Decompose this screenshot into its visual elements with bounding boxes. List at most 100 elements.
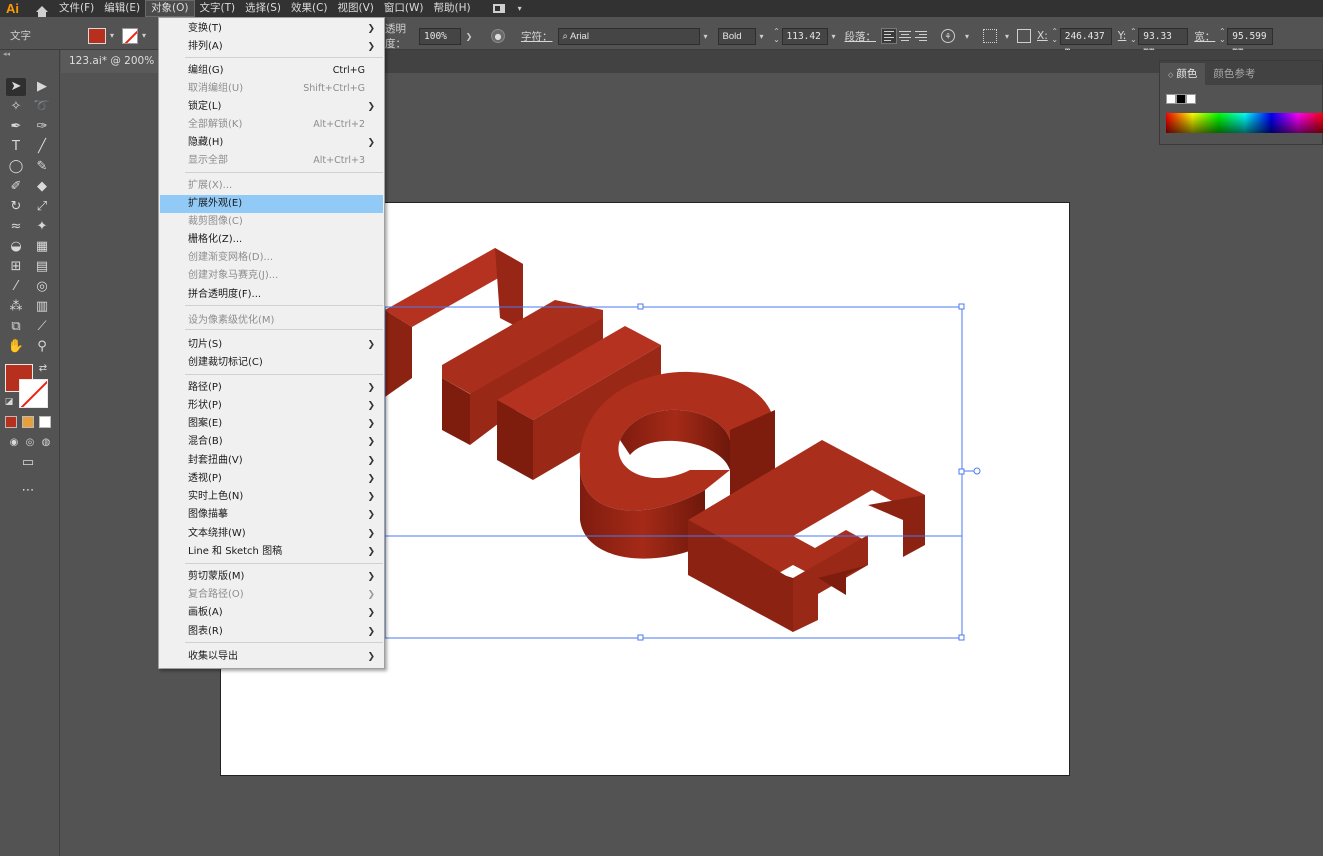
object-menu-item[interactable]: 编组(G) Ctrl+G: [160, 62, 383, 80]
none-swatch[interactable]: [1166, 94, 1176, 104]
color-panel: 颜色 颜色参考: [1159, 60, 1323, 145]
object-menu-item[interactable]: 透视(P) ❯: [160, 470, 383, 488]
object-menu-item[interactable]: 栅格化(Z)...: [160, 231, 383, 249]
menu-item-label: 锁定(L): [188, 101, 222, 112]
submenu-arrow-icon: ❯: [367, 419, 375, 429]
quick-swatches: [1166, 94, 1196, 104]
object-menu-item[interactable]: 隐藏(H) ❯: [160, 134, 383, 152]
submenu-arrow-icon: ❯: [367, 572, 375, 582]
object-menu-item[interactable]: 混合(B) ❯: [160, 433, 383, 451]
menu-separator: [185, 563, 383, 564]
menu-item-label: 创建渐变网格(D)...: [188, 252, 274, 263]
submenu-arrow-icon: ❯: [367, 42, 375, 52]
submenu-arrow-icon: ❯: [367, 590, 375, 600]
object-menu-item[interactable]: Line 和 Sketch 图稿 ❯: [160, 543, 383, 561]
object-menu-item[interactable]: 锁定(L) ❯: [160, 98, 383, 116]
object-menu-item[interactable]: 剪切蒙版(M) ❯: [160, 568, 383, 586]
object-menu-item[interactable]: 收集以导出 ❯: [160, 648, 383, 666]
tab-color[interactable]: 颜色: [1160, 63, 1206, 85]
object-menu-item[interactable]: 图案(E) ❯: [160, 415, 383, 433]
object-menu-item[interactable]: 拼合透明度(F)...: [160, 286, 383, 304]
submenu-arrow-icon: ❯: [367, 456, 375, 466]
object-menu-dropdown: 变换(T) ❯ 排列(A) ❯ 编组(G) Ctrl+G 取消编组(U) Shift+Ctrl…: [158, 17, 385, 669]
object-menu-item[interactable]: 路径(P) ❯: [160, 379, 383, 397]
submenu-arrow-icon: ❯: [367, 138, 375, 148]
color-panel-tabs: 颜色 颜色参考: [1160, 61, 1322, 85]
object-menu-item: 全部解锁(K) Alt+Ctrl+2: [160, 116, 383, 134]
menu-item-label: 拼合透明度(F)...: [188, 289, 262, 300]
object-menu-item[interactable]: 封套扭曲(V) ❯: [160, 452, 383, 470]
menu-item-label: 变换(T): [188, 23, 222, 34]
submenu-arrow-icon: ❯: [367, 340, 375, 350]
object-menu-item: 裁剪图像(C): [160, 213, 383, 231]
menu-item-label: 全部解锁(K): [188, 119, 243, 130]
submenu-arrow-icon: ❯: [367, 529, 375, 539]
menu-item-label: 显示全部: [188, 155, 228, 166]
white-swatch[interactable]: [1186, 94, 1196, 104]
menu-item-label: 图像描摹: [188, 509, 228, 520]
menu-item-label: 复合路径(O): [188, 589, 244, 600]
menu-item-label: 实时上色(N): [188, 491, 244, 502]
menu-item-label: 栅格化(Z)...: [188, 234, 243, 245]
menu-item-label: 路径(P): [188, 382, 222, 393]
object-menu-item[interactable]: 排列(A) ❯: [160, 38, 383, 56]
menu-item-label: 画板(A): [188, 607, 223, 618]
black-swatch[interactable]: [1176, 94, 1186, 104]
submenu-arrow-icon: ❯: [367, 474, 375, 484]
object-menu-item[interactable]: 实时上色(N) ❯: [160, 488, 383, 506]
object-menu-item[interactable]: 变换(T) ❯: [160, 20, 383, 38]
submenu-arrow-icon: ❯: [367, 627, 375, 637]
tab-color-guide[interactable]: 颜色参考: [1205, 63, 1263, 85]
menu-item-label: 创建对象马赛克(J)...: [188, 270, 279, 281]
menu-separator: [185, 57, 383, 58]
menu-item-label: Line 和 Sketch 图稿: [188, 546, 283, 557]
menu-item-label: 收集以导出: [188, 651, 238, 662]
menu-item-shortcut: Ctrl+G: [332, 65, 365, 76]
menu-item-label: 剪切蒙版(M): [188, 571, 245, 582]
menu-item-label: 编组(G): [188, 65, 224, 76]
submenu-arrow-icon: ❯: [367, 102, 375, 112]
submenu-arrow-icon: ❯: [367, 401, 375, 411]
menu-item-label: 隐藏(H): [188, 137, 224, 148]
object-menu-item: 设为像素级优化(M): [160, 312, 383, 330]
object-menu-item[interactable]: 画板(A) ❯: [160, 604, 383, 622]
object-menu-item[interactable]: 图像描摹 ❯: [160, 506, 383, 524]
menu-item-label: 设为像素级优化(M): [188, 315, 275, 326]
submenu-arrow-icon: ❯: [367, 383, 375, 393]
nice-3d-text[interactable]: [385, 248, 925, 632]
object-menu-item: 创建对象马赛克(J)...: [160, 267, 383, 285]
menu-item-label: 排列(A): [188, 41, 223, 52]
menu-item-label: 扩展(X)...: [188, 180, 233, 191]
submenu-arrow-icon: ❯: [367, 510, 375, 520]
menu-item-label: 透视(P): [188, 473, 222, 484]
illustrator-window: Ai 文件(F) 编辑(E) 对象(O) 文字(T) 选择(S) 效果(C) 视图(V) 窗口…: [0, 0, 1323, 856]
menu-item-label: 取消编组(U): [188, 83, 244, 94]
menu-item-label: 形状(P): [188, 400, 222, 411]
object-menu-item[interactable]: 扩展外观(E): [160, 195, 383, 213]
menu-separator: [185, 329, 383, 330]
menu-item-label: 图案(E): [188, 418, 223, 429]
menu-separator: [185, 642, 383, 643]
menu-item-label: 文本绕排(W): [188, 528, 246, 539]
submenu-arrow-icon: ❯: [367, 652, 375, 662]
submenu-arrow-icon: ❯: [367, 492, 375, 502]
menu-separator: [185, 374, 383, 375]
menu-item-label: 封套扭曲(V): [188, 455, 243, 466]
object-menu-item[interactable]: 文本绕排(W) ❯: [160, 525, 383, 543]
submenu-arrow-icon: ❯: [367, 24, 375, 34]
menu-item-label: 切片(S): [188, 339, 223, 350]
submenu-arrow-icon: ❯: [367, 437, 375, 447]
menu-item-shortcut: Alt+Ctrl+2: [313, 119, 365, 130]
color-spectrum[interactable]: [1166, 113, 1323, 133]
object-menu-item[interactable]: 形状(P) ❯: [160, 397, 383, 415]
object-menu-item[interactable]: 图表(R) ❯: [160, 623, 383, 641]
submenu-arrow-icon: ❯: [367, 547, 375, 557]
menu-item-label: 混合(B): [188, 436, 223, 447]
submenu-arrow-icon: ❯: [367, 608, 375, 618]
menu-item-shortcut: Shift+Ctrl+G: [303, 83, 365, 94]
object-menu-item[interactable]: 切片(S) ❯: [160, 336, 383, 354]
object-menu-item: 复合路径(O) ❯: [160, 586, 383, 604]
object-menu-item[interactable]: 创建裁切标记(C): [160, 354, 383, 372]
menu-separator: [185, 172, 383, 173]
object-menu-item: 取消编组(U) Shift+Ctrl+G: [160, 80, 383, 98]
